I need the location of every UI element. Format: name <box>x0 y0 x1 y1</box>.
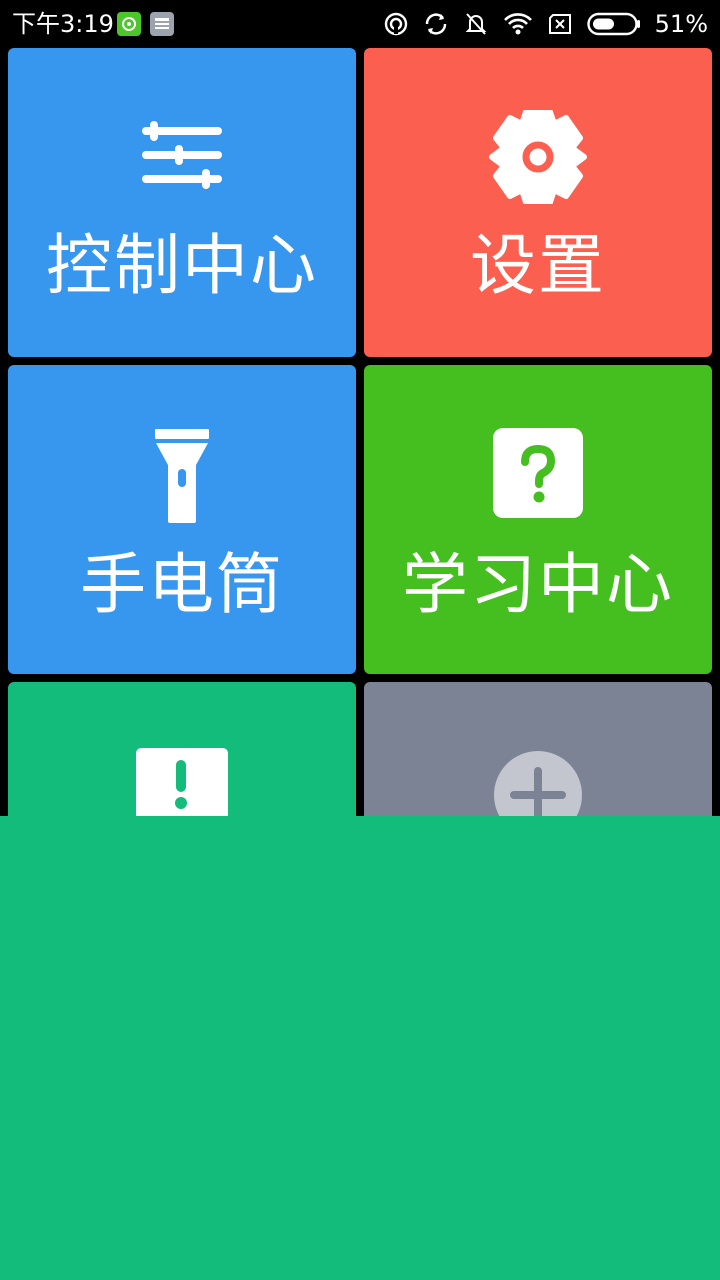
status-time: 下午3:19 <box>12 10 114 38</box>
tile-flashlight[interactable]: 手电筒 <box>8 365 356 674</box>
tile-control-center[interactable]: 控制中心 <box>8 48 356 357</box>
gear-icon <box>488 109 588 208</box>
battery-icon <box>586 12 641 36</box>
tile-label-control-center: 控制中心 <box>46 227 318 304</box>
wifi-icon <box>503 11 533 37</box>
sync-icon <box>423 11 449 37</box>
message-icon <box>150 12 174 36</box>
mute-bell-icon <box>463 11 489 37</box>
status-bar: 下午3:19 51% <box>0 0 720 48</box>
status-icons: 51% <box>383 8 708 40</box>
battery-percent: 51% <box>654 10 708 38</box>
tile-label-flashlight: 手电筒 <box>80 546 284 623</box>
hotspot-icon <box>383 11 409 37</box>
tile-settings[interactable]: 设置 <box>364 48 712 357</box>
no-sim-icon <box>547 13 573 35</box>
tile-label-learning-center: 学习中心 <box>402 546 674 623</box>
bottom-overlay-panel-extension <box>0 832 356 1280</box>
help-icon <box>492 427 584 523</box>
tile-label-settings: 设置 <box>470 227 606 304</box>
sliders-icon <box>140 118 224 194</box>
tile-learning-center[interactable]: 学习中心 <box>364 365 712 674</box>
app-notification-icon <box>117 12 141 36</box>
screen: 下午3:19 51% 控制中心 设置 手电筒 学习中心 <box>0 0 720 1280</box>
flashlight-icon <box>152 427 212 531</box>
